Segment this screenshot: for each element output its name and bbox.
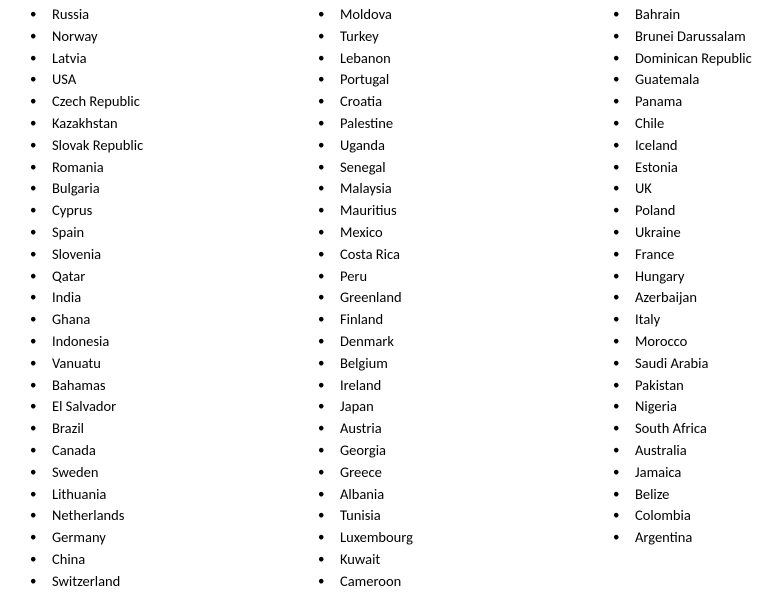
list-item: Germany xyxy=(30,527,288,549)
list-item: Mexico xyxy=(318,222,583,244)
list-item: Kuwait xyxy=(318,549,583,571)
list-item: Brunei Darussalam xyxy=(613,26,783,48)
list-item: Hungary xyxy=(613,266,783,288)
list-item: Iceland xyxy=(613,135,783,157)
list-item: Slovenia xyxy=(30,244,288,266)
list-item: Norway xyxy=(30,26,288,48)
country-list-3: BahrainBrunei DarussalamDominican Republ… xyxy=(613,4,783,549)
list-item: Qatar xyxy=(30,266,288,288)
list-item: Lithuania xyxy=(30,484,288,506)
list-item: Chile xyxy=(613,113,783,135)
list-item: Bulgaria xyxy=(30,178,288,200)
list-item: Austria xyxy=(318,418,583,440)
list-item: Morocco xyxy=(613,331,783,353)
list-item: Dominican Republic xyxy=(613,48,783,70)
list-item: El Salvador xyxy=(30,396,288,418)
list-item: Cameroon xyxy=(318,571,583,593)
list-item: Mauritius xyxy=(318,200,583,222)
list-item: USA xyxy=(30,69,288,91)
list-item: Croatia xyxy=(318,91,583,113)
list-item: Portugal xyxy=(318,69,583,91)
country-column-2: MoldovaTurkeyLebanonPortugalCroatiaPales… xyxy=(288,4,583,593)
list-item: UK xyxy=(613,178,783,200)
list-item: Poland xyxy=(613,200,783,222)
list-item: Panama xyxy=(613,91,783,113)
country-column-3: BahrainBrunei DarussalamDominican Republ… xyxy=(583,4,783,593)
list-item: China xyxy=(30,549,288,571)
list-item: Argentina xyxy=(613,527,783,549)
list-item: Finland xyxy=(318,309,583,331)
list-item: South Africa xyxy=(613,418,783,440)
list-item: Ghana xyxy=(30,309,288,331)
list-item: Belize xyxy=(613,484,783,506)
list-item: Lebanon xyxy=(318,48,583,70)
list-item: Canada xyxy=(30,440,288,462)
country-list-2: MoldovaTurkeyLebanonPortugalCroatiaPales… xyxy=(318,4,583,593)
list-item: Spain xyxy=(30,222,288,244)
list-item: Greenland xyxy=(318,287,583,309)
list-item: Switzerland xyxy=(30,571,288,593)
list-item: Kazakhstan xyxy=(30,113,288,135)
list-item: Ireland xyxy=(318,375,583,397)
list-item: Vanuatu xyxy=(30,353,288,375)
list-item: Slovak Republic xyxy=(30,135,288,157)
list-item: Ukraine xyxy=(613,222,783,244)
list-item: Jamaica xyxy=(613,462,783,484)
list-item: Nigeria xyxy=(613,396,783,418)
list-item: Moldova xyxy=(318,4,583,26)
list-item: Albania xyxy=(318,484,583,506)
list-item: Turkey xyxy=(318,26,583,48)
country-list-columns: RussiaNorwayLatviaUSACzech RepublicKazak… xyxy=(0,4,783,593)
list-item: Costa Rica xyxy=(318,244,583,266)
list-item: Malaysia xyxy=(318,178,583,200)
list-item: Czech Republic xyxy=(30,91,288,113)
list-item: Pakistan xyxy=(613,375,783,397)
list-item: Luxembourg xyxy=(318,527,583,549)
list-item: Romania xyxy=(30,157,288,179)
list-item: Sweden xyxy=(30,462,288,484)
list-item: Peru xyxy=(318,266,583,288)
list-item: India xyxy=(30,287,288,309)
list-item: Estonia xyxy=(613,157,783,179)
list-item: Netherlands xyxy=(30,505,288,527)
list-item: Greece xyxy=(318,462,583,484)
list-item: Cyprus xyxy=(30,200,288,222)
list-item: Bahamas xyxy=(30,375,288,397)
country-list-1: RussiaNorwayLatviaUSACzech RepublicKazak… xyxy=(30,4,288,593)
list-item: France xyxy=(613,244,783,266)
list-item: Italy xyxy=(613,309,783,331)
list-item: Guatemala xyxy=(613,69,783,91)
list-item: Belgium xyxy=(318,353,583,375)
list-item: Latvia xyxy=(30,48,288,70)
list-item: Brazil xyxy=(30,418,288,440)
list-item: Saudi Arabia xyxy=(613,353,783,375)
list-item: Japan xyxy=(318,396,583,418)
country-column-1: RussiaNorwayLatviaUSACzech RepublicKazak… xyxy=(0,4,288,593)
list-item: Russia xyxy=(30,4,288,26)
list-item: Indonesia xyxy=(30,331,288,353)
list-item: Australia xyxy=(613,440,783,462)
list-item: Uganda xyxy=(318,135,583,157)
list-item: Senegal xyxy=(318,157,583,179)
list-item: Denmark xyxy=(318,331,583,353)
list-item: Bahrain xyxy=(613,4,783,26)
list-item: Tunisia xyxy=(318,505,583,527)
list-item: Azerbaijan xyxy=(613,287,783,309)
list-item: Colombia xyxy=(613,505,783,527)
list-item: Palestine xyxy=(318,113,583,135)
list-item: Georgia xyxy=(318,440,583,462)
